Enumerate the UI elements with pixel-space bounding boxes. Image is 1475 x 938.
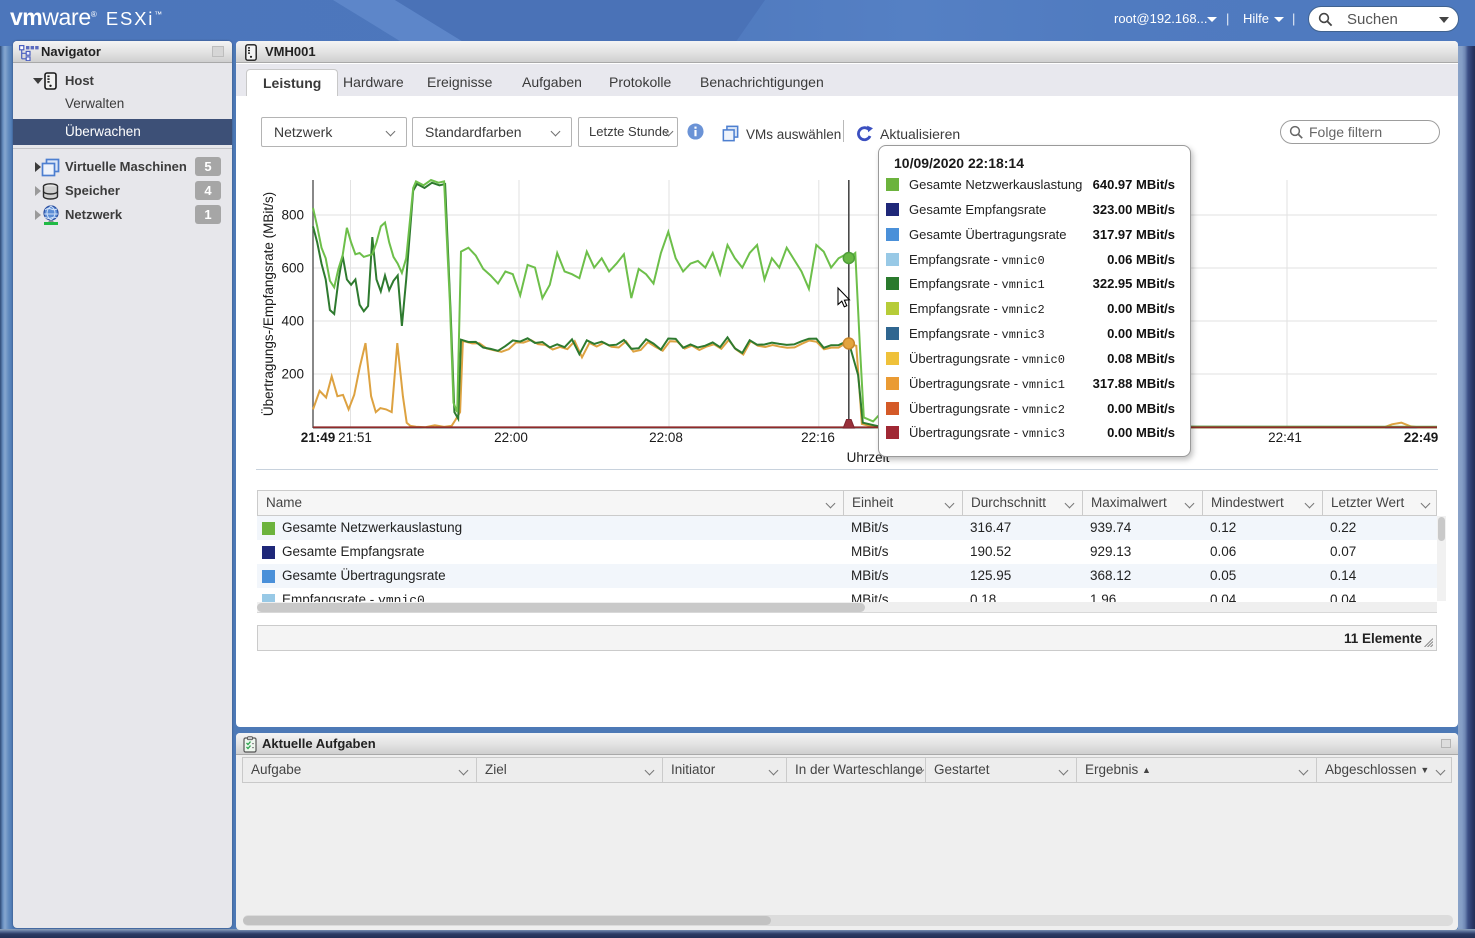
svg-text:800: 800 [281, 208, 304, 223]
svg-text:400: 400 [281, 314, 304, 329]
svg-text:21:49: 21:49 [301, 430, 336, 445]
svg-text:Übertragungs-/Empfangsrate (MB: Übertragungs-/Empfangsrate (MBit/s) [261, 192, 276, 416]
svg-text:200: 200 [281, 367, 304, 382]
svg-text:21:51: 21:51 [338, 430, 372, 445]
svg-text:22:00: 22:00 [494, 430, 528, 445]
svg-text:600: 600 [281, 261, 304, 276]
svg-text:22:16: 22:16 [801, 430, 835, 445]
svg-text:22:41: 22:41 [1268, 430, 1302, 445]
svg-text:22:49: 22:49 [1404, 430, 1439, 445]
svg-text:22:08: 22:08 [649, 430, 683, 445]
